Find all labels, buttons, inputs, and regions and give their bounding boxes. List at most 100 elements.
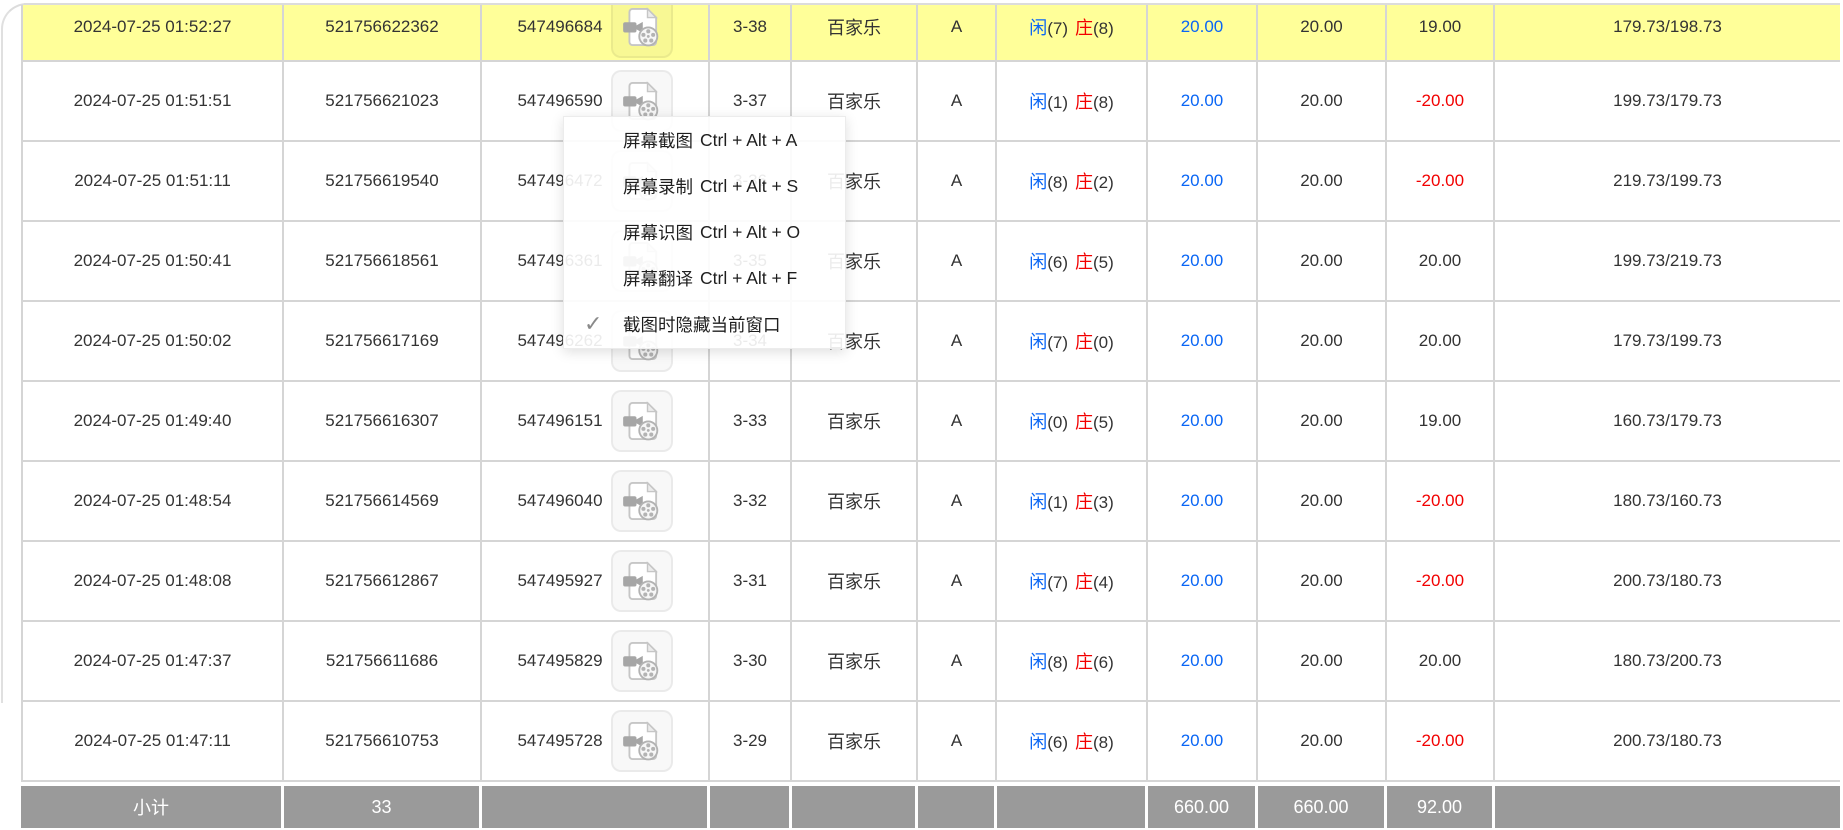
balance: 200.73/180.73 [1495,702,1840,780]
summary-empty-cell [1495,786,1840,828]
game-round-id: 547495927 [517,571,602,591]
game-result: 闲(7) 庄(8) [997,5,1148,60]
valid-amount: 20.00 [1258,382,1387,460]
balance: 179.73/198.73 [1495,5,1840,60]
table-body: 2024-07-25 01:52:27 521756622362 5474966… [21,5,1840,782]
valid-amount: 20.00 [1258,142,1387,220]
banker-result: 庄(4) [1075,568,1114,594]
player-result: 闲(1) [1029,488,1068,514]
valid-amount: 20.00 [1258,462,1387,540]
balance: 219.73/199.73 [1495,142,1840,220]
menu-item-label: 屏幕截图 [623,128,693,153]
table-row[interactable]: 2024-07-25 01:51:51 521756621023 5474965… [21,62,1840,142]
banker-result: 庄(0) [1075,328,1114,354]
bet-time: 2024-07-25 01:47:37 [21,622,284,700]
summary-label: 小计 [21,786,284,828]
context-menu-item[interactable]: 屏幕识图 Ctrl + Alt + O [564,209,845,255]
summary-bet-total: 660.00 [1148,786,1258,828]
banker-result: 庄(8) [1075,14,1114,40]
bet-time: 2024-07-25 01:50:41 [21,222,284,300]
context-menu-item[interactable]: ✓ 截图时隐藏当前窗口 [564,302,845,348]
balance: 179.73/199.73 [1495,302,1840,380]
valid-amount: 20.00 [1258,702,1387,780]
table-row[interactable]: 2024-07-25 01:50:02 521756617169 5474962… [21,302,1840,382]
menu-item-label: 屏幕录制 [623,174,693,199]
game-round-cell: 547495728 [482,702,710,780]
table-row[interactable]: 2024-07-25 01:52:27 521756622362 5474966… [21,5,1840,62]
table-row[interactable]: 2024-07-25 01:50:41 521756618561 5474963… [21,222,1840,302]
menu-item-label: 屏幕翻译 [623,266,693,291]
player-result: 闲(1) [1029,88,1068,114]
game-round-cell: 547496684 [482,5,710,60]
banker-result: 庄(8) [1075,728,1114,754]
win-loss: -20.00 [1387,62,1495,140]
table-code: A [918,142,997,220]
bet-time: 2024-07-25 01:47:11 [21,702,284,780]
win-loss: -20.00 [1387,702,1495,780]
player-result: 闲(8) [1029,168,1068,194]
win-loss: 19.00 [1387,382,1495,460]
table-row[interactable]: 2024-07-25 01:47:11 521756610753 5474957… [21,702,1840,782]
win-loss: -20.00 [1387,142,1495,220]
game-result: 闲(7) 庄(4) [997,542,1148,620]
context-menu-item[interactable]: 屏幕翻译 Ctrl + Alt + F [564,256,845,302]
video-replay-button[interactable] [611,550,673,612]
table-row[interactable]: 2024-07-25 01:51:11 521756619540 5474964… [21,142,1840,222]
video-replay-button[interactable] [611,710,673,772]
game-result: 闲(6) 庄(5) [997,222,1148,300]
screenshot-context-menu: 屏幕截图 Ctrl + Alt + A 屏幕录制 Ctrl + Alt + S … [563,116,846,349]
game-round-cell: 547496151 [482,382,710,460]
table-code: A [918,302,997,380]
video-replay-button[interactable] [611,630,673,692]
video-document-icon [620,639,664,683]
bet-amount: 20.00 [1148,222,1258,300]
menu-item-shortcut: Ctrl + Alt + A [700,130,797,151]
game-round-cell: 547495927 [482,542,710,620]
banker-result: 庄(5) [1075,408,1114,434]
player-result: 闲(6) [1029,248,1068,274]
table-code: A [918,702,997,780]
bet-time: 2024-07-25 01:49:40 [21,382,284,460]
bet-amount: 20.00 [1148,462,1258,540]
game-round-id: 547495829 [517,651,602,671]
bet-amount: 20.00 [1148,142,1258,220]
summary-row: 小计 33 660.00 660.00 92.00 [21,786,1840,828]
video-document-icon [620,559,664,603]
win-loss: 20.00 [1387,622,1495,700]
win-loss: 20.00 [1387,302,1495,380]
table-row[interactable]: 2024-07-25 01:49:40 521756616307 5474961… [21,382,1840,462]
banker-result: 庄(8) [1075,88,1114,114]
bet-amount: 20.00 [1148,302,1258,380]
valid-amount: 20.00 [1258,542,1387,620]
bet-id: 521756619540 [284,142,482,220]
video-replay-button[interactable] [611,470,673,532]
valid-amount: 20.00 [1258,222,1387,300]
table-row[interactable]: 2024-07-25 01:48:08 521756612867 5474959… [21,542,1840,622]
table-row[interactable]: 2024-07-25 01:47:37 521756611686 5474958… [21,622,1840,702]
player-result: 闲(6) [1029,728,1068,754]
round-number: 3-31 [710,542,792,620]
round-number: 3-30 [710,622,792,700]
round-number: 3-33 [710,382,792,460]
game-name: 百家乐 [792,5,918,60]
bet-id: 521756622362 [284,5,482,60]
video-document-icon [620,719,664,763]
video-replay-button[interactable] [611,5,673,58]
context-menu-item[interactable]: 屏幕录制 Ctrl + Alt + S [564,163,845,209]
win-loss: 20.00 [1387,222,1495,300]
balance: 199.73/179.73 [1495,62,1840,140]
valid-amount: 20.00 [1258,62,1387,140]
player-result: 闲(8) [1029,648,1068,674]
bet-time: 2024-07-25 01:48:54 [21,462,284,540]
video-document-icon [620,5,664,49]
balance: 180.73/160.73 [1495,462,1840,540]
summary-empty-cell [918,786,997,828]
game-round-id: 547496151 [517,411,602,431]
game-round-id: 547496590 [517,91,602,111]
bet-amount: 20.00 [1148,702,1258,780]
banker-result: 庄(2) [1075,168,1114,194]
context-menu-item[interactable]: 屏幕截图 Ctrl + Alt + A [564,117,845,163]
video-replay-button[interactable] [611,390,673,452]
table-row[interactable]: 2024-07-25 01:48:54 521756614569 5474960… [21,462,1840,542]
bet-amount: 20.00 [1148,382,1258,460]
